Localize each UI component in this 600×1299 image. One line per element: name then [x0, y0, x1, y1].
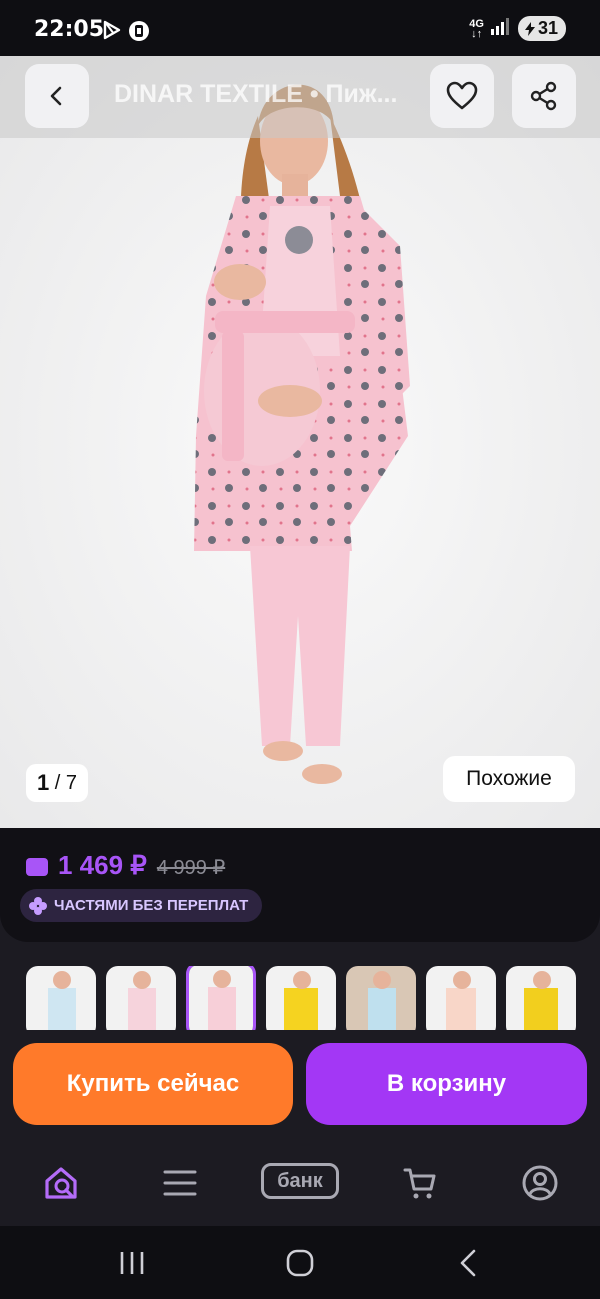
home-search-icon [45, 1167, 77, 1199]
installment-badge[interactable]: ЧАСТЯМИ БЕЗ ПЕРЕПЛАТ [20, 889, 263, 922]
installment-label: ЧАСТЯМИ БЕЗ ПЕРЕПЛАТ [54, 897, 249, 914]
gallery-current: 1 [36, 770, 50, 795]
page-title: DINAR TEXTILE • Пиж... [114, 80, 398, 108]
thumbnail-7[interactable] [506, 966, 576, 1030]
profile-icon [522, 1165, 558, 1201]
status-time: 22:05 [34, 17, 105, 42]
back-arrow-icon [460, 1249, 476, 1277]
nav-profile[interactable] [515, 1158, 565, 1208]
heart-icon [446, 81, 478, 110]
thumbnail-6[interactable] [426, 966, 496, 1030]
menu-icon [163, 1170, 197, 1196]
gallery-total: / 7 [54, 771, 78, 794]
charging-icon [524, 21, 535, 36]
system-nav-bar [0, 1226, 600, 1299]
back-button[interactable] [25, 64, 89, 128]
current-price: 1 469 ₽ [58, 850, 147, 880]
status-bar: 22:05 4G ↓↑ 31 [0, 0, 600, 56]
home-button[interactable] [280, 1248, 320, 1278]
network-indicator: 4G ↓↑ [469, 17, 484, 40]
buy-now-button[interactable]: Купить сейчас [13, 1043, 293, 1125]
price-card: 1 469 ₽ 4 999 ₽ ЧАСТЯМИ БЕЗ ПЕРЕПЛАТ [0, 828, 600, 942]
thumbnail-strip [26, 966, 600, 1030]
thumbnail-5[interactable] [346, 966, 416, 1030]
battery-indicator: 31 [517, 16, 566, 41]
chevron-left-icon [50, 86, 62, 106]
product-top-bar: DINAR TEXTILE • Пиж... [0, 56, 600, 138]
nav-bank[interactable]: банк [261, 1163, 339, 1199]
signal-icon [490, 17, 512, 40]
wallet-icon [26, 858, 48, 876]
nav-home[interactable] [36, 1158, 86, 1208]
bottom-nav: банк [0, 1140, 600, 1226]
notification-app-icon [128, 20, 150, 47]
home-circle-icon [286, 1249, 314, 1277]
recent-apps-icon [120, 1252, 144, 1274]
product-image[interactable] [0, 56, 600, 828]
gallery-counter: 1 / 7 [26, 764, 88, 802]
thumbnail-1[interactable] [26, 966, 96, 1030]
similar-button[interactable]: Похожие [443, 756, 575, 802]
share-button[interactable] [512, 64, 576, 128]
thumbnail-4[interactable] [266, 966, 336, 1030]
play-store-icon [102, 20, 122, 45]
installment-icon [29, 896, 47, 915]
favorite-button[interactable] [430, 64, 494, 128]
old-price: 4 999 ₽ [156, 857, 226, 879]
thumbnail-3-selected[interactable] [186, 966, 256, 1030]
add-to-cart-button[interactable]: В корзину [306, 1043, 587, 1125]
share-icon [530, 81, 557, 111]
thumbnail-2[interactable] [106, 966, 176, 1030]
recent-apps-button[interactable] [112, 1248, 152, 1278]
nav-catalog[interactable] [155, 1158, 205, 1208]
system-back-button[interactable] [448, 1248, 488, 1278]
nav-cart[interactable] [395, 1158, 445, 1208]
cart-icon [403, 1168, 436, 1199]
